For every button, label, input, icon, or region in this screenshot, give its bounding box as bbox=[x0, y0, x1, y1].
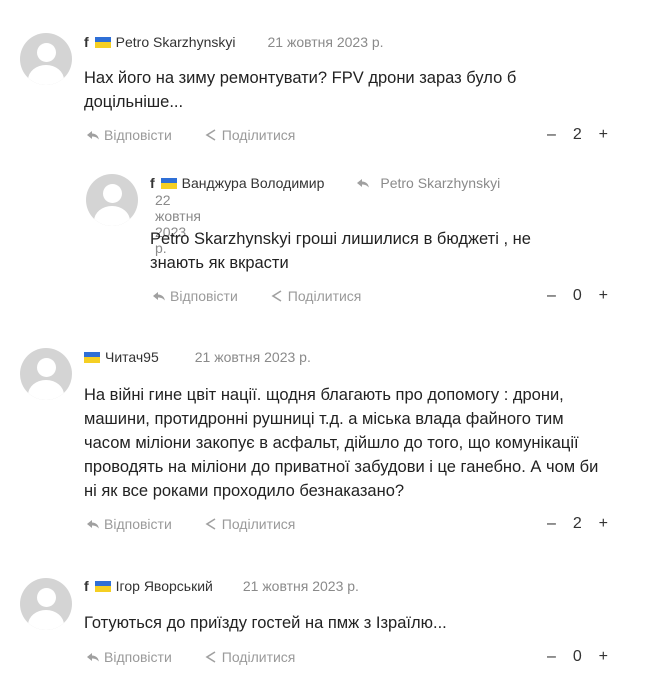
comment-actions: Відповісти Поділитися bbox=[86, 516, 295, 532]
avatar bbox=[86, 174, 138, 226]
share-button[interactable]: Поділитися bbox=[270, 288, 362, 304]
comment-text: На війні гине цвіт нації. щодня благають… bbox=[84, 386, 599, 500]
avatar bbox=[20, 578, 72, 630]
comment-text: Нах його на зиму ремонтувати? FPV дрони … bbox=[84, 69, 517, 111]
ukraine-flag-icon bbox=[94, 36, 111, 48]
share-button[interactable]: Поділитися bbox=[204, 127, 296, 143]
share-label: Поділитися bbox=[221, 516, 296, 532]
reply-button[interactable]: Відповісти bbox=[86, 516, 172, 532]
reply-button[interactable]: Відповісти bbox=[86, 127, 172, 143]
comment-text: Petro Skarzhynskyi гроші лишилися в бюдж… bbox=[150, 230, 531, 272]
reply-icon bbox=[87, 653, 99, 662]
comment-author[interactable]: Ігор Яворський bbox=[116, 578, 213, 594]
comment-actions: Відповісти Поділитися bbox=[86, 127, 295, 143]
comment-date: 21 жовтня 2023 р. bbox=[242, 578, 359, 594]
share-icon bbox=[271, 290, 282, 302]
share-button[interactable]: Поділитися bbox=[204, 649, 296, 665]
vote-minus-button[interactable]: – bbox=[547, 126, 556, 144]
reply-icon bbox=[357, 179, 370, 188]
share-icon bbox=[205, 651, 216, 663]
comment-meta: f Ігор Яворський 21 жовтня 2023 р. bbox=[84, 578, 359, 594]
reply-label: Відповісти bbox=[170, 288, 238, 304]
comment-meta: Читач95 21 жовтня 2023 р. bbox=[84, 349, 311, 365]
comment-meta: f Petro Skarzhynskyi 21 жовтня 2023 р. bbox=[84, 34, 384, 50]
vote-count: 2 bbox=[572, 515, 582, 532]
reply-icon bbox=[87, 131, 99, 140]
facebook-icon: f bbox=[84, 34, 89, 50]
vote-count: 0 bbox=[572, 287, 582, 304]
share-button[interactable]: Поділитися bbox=[204, 516, 296, 532]
comment-author[interactable]: Petro Skarzhynskyi bbox=[116, 34, 236, 50]
reply-icon bbox=[87, 520, 99, 529]
vote-control: – 2 + bbox=[547, 126, 608, 144]
share-icon bbox=[205, 129, 216, 141]
comment-author[interactable]: Ванджура Володимир bbox=[182, 175, 325, 191]
comment-date: 21 жовтня 2023 р. bbox=[194, 349, 311, 365]
comment-meta: f Ванджура Володимир Petro Skarzhynskyi bbox=[150, 175, 500, 191]
reply-button[interactable]: Відповісти bbox=[86, 649, 172, 665]
comment-author[interactable]: Читач95 bbox=[105, 349, 159, 365]
reply-to-author: Petro Skarzhynskyi bbox=[380, 175, 501, 191]
vote-plus-button[interactable]: + bbox=[599, 515, 608, 533]
vote-count: 0 bbox=[572, 648, 582, 665]
reply-icon bbox=[153, 292, 165, 301]
share-label: Поділитися bbox=[221, 127, 296, 143]
reply-button[interactable]: Відповісти bbox=[152, 288, 238, 304]
vote-control: – 2 + bbox=[547, 515, 608, 533]
vote-minus-button[interactable]: – bbox=[547, 515, 556, 533]
reply-to[interactable]: Petro Skarzhynskyi bbox=[356, 175, 500, 191]
ukraine-flag-icon bbox=[84, 351, 100, 363]
reply-label: Відповісти bbox=[104, 649, 172, 665]
comment-date: 21 жовтня 2023 р. bbox=[267, 34, 384, 50]
ukraine-flag-icon bbox=[94, 580, 111, 592]
vote-minus-button[interactable]: – bbox=[547, 287, 556, 305]
vote-plus-button[interactable]: + bbox=[599, 648, 608, 666]
ukraine-flag-icon bbox=[160, 177, 177, 189]
comment-actions: Відповісти Поділитися bbox=[152, 288, 361, 304]
vote-plus-button[interactable]: + bbox=[599, 287, 608, 305]
share-icon bbox=[205, 518, 216, 530]
reply-label: Відповісти bbox=[104, 127, 172, 143]
vote-control: – 0 + bbox=[547, 287, 608, 305]
vote-control: – 0 + bbox=[547, 648, 608, 666]
avatar bbox=[20, 33, 72, 85]
vote-count: 2 bbox=[572, 126, 582, 143]
reply-label: Відповісти bbox=[104, 516, 172, 532]
facebook-icon: f bbox=[84, 578, 89, 594]
vote-plus-button[interactable]: + bbox=[599, 126, 608, 144]
share-label: Поділитися bbox=[221, 649, 296, 665]
share-label: Поділитися bbox=[287, 288, 362, 304]
comment-actions: Відповісти Поділитися bbox=[86, 649, 295, 665]
vote-minus-button[interactable]: – bbox=[547, 648, 556, 666]
comment-text: Готуються до приїзду гостей на пмж з Ізр… bbox=[84, 614, 447, 632]
avatar bbox=[20, 348, 72, 400]
facebook-icon: f bbox=[150, 175, 155, 191]
